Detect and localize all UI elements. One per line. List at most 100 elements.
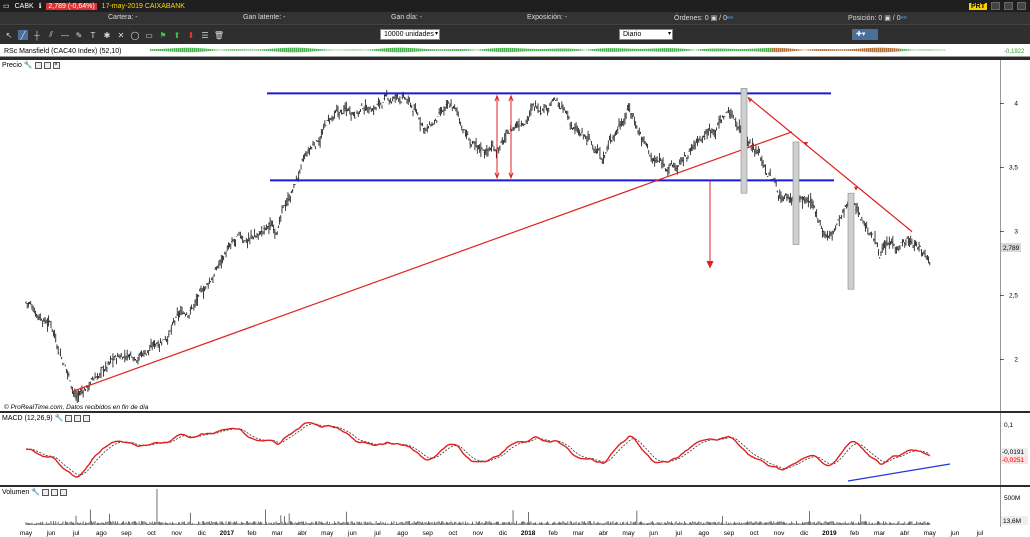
- rsc-bar: [506, 47, 508, 53]
- close-panel-icon[interactable]: [83, 414, 91, 422]
- rsc-bar: [184, 47, 186, 53]
- minimize-panel-icon[interactable]: [34, 61, 42, 69]
- up-arrow-icon[interactable]: ⬆: [172, 30, 182, 40]
- rsc-bar: [898, 48, 900, 52]
- minimize-button[interactable]: [991, 2, 1000, 10]
- down-arrow-icon[interactable]: ⬇: [186, 30, 196, 40]
- macd-value-2: -0,0251: [1002, 457, 1024, 464]
- rsc-bar: [198, 48, 200, 52]
- rsc-bar: [358, 49, 360, 51]
- rsc-bar: [552, 48, 554, 52]
- color-flag-icon[interactable]: ⚑: [158, 30, 168, 40]
- posicion-info[interactable]: Posición: 0 ▣ / 0⚯: [848, 14, 906, 22]
- rsc-bar: [586, 49, 588, 51]
- ordenes-link-icon[interactable]: ⚯: [727, 15, 733, 22]
- price-panel[interactable]: 4 3,5 3 2,5 2 2,789 © ProRealTime.com, Datos…: [0, 60, 1030, 411]
- rsc-bar: [572, 48, 574, 52]
- rsc-bar: [834, 49, 836, 51]
- rsc-bar: [378, 48, 380, 52]
- chevron-down-icon[interactable]: ▾: [435, 30, 438, 39]
- rsc-bar: [392, 47, 394, 53]
- minimize-panel-icon[interactable]: [41, 488, 49, 496]
- pointer-icon[interactable]: ↖: [4, 30, 14, 40]
- fibonacci-icon[interactable]: ✱: [102, 30, 112, 40]
- symbol-label[interactable]: CABK: [15, 3, 34, 10]
- maximize-button[interactable]: [1004, 2, 1013, 10]
- rsc-bar: [376, 48, 378, 52]
- rectangle-icon[interactable]: ▭: [144, 30, 154, 40]
- rsc-bar: [938, 49, 940, 51]
- ellipse-icon[interactable]: ◯: [130, 30, 140, 40]
- range-highlight-box[interactable]: [847, 192, 855, 290]
- maximize-panel-icon[interactable]: [43, 61, 51, 69]
- rsc-bar: [426, 48, 428, 52]
- horizontal-line-icon[interactable]: —: [60, 30, 70, 40]
- pencil-icon[interactable]: ✎: [74, 30, 84, 40]
- rsc-bar: [904, 49, 906, 51]
- rsc-bar: [616, 48, 618, 52]
- time-axis-label: sep: [422, 530, 433, 537]
- rsc-bar: [800, 49, 802, 51]
- trash-icon[interactable]: 🗑: [214, 30, 224, 40]
- close-button[interactable]: [1017, 2, 1026, 10]
- posicion-link-icon[interactable]: ⚯: [901, 15, 907, 22]
- rsc-bar: [634, 48, 636, 52]
- rsc-bar: [400, 47, 402, 53]
- minimize-panel-icon[interactable]: [65, 414, 73, 422]
- period-select[interactable]: Diario ▾: [619, 29, 673, 40]
- rsc-bar: [672, 48, 674, 52]
- layers-icon[interactable]: ☰: [200, 30, 210, 40]
- wrench-icon[interactable]: 🔧: [55, 414, 64, 422]
- rsc-bar: [224, 49, 226, 51]
- rsc-bar: [268, 48, 270, 52]
- chevron-down-icon[interactable]: ▾: [668, 30, 671, 39]
- time-axis-label: 2017: [220, 530, 235, 537]
- wrench-icon[interactable]: 🔧: [31, 488, 40, 496]
- rsc-label: RSc Mansfield (CAC40 Index) (52,10): [4, 48, 122, 55]
- rsc-bar: [546, 48, 548, 52]
- rsc-bar: [460, 49, 462, 51]
- close-panel-icon[interactable]: [59, 488, 67, 496]
- range-highlight-box[interactable]: [792, 141, 800, 245]
- units-select[interactable]: 10000 unidades ▾: [380, 29, 440, 40]
- macd-panel[interactable]: 0,1 -0,0191 -0,0251: [0, 413, 1030, 485]
- maximize-panel-icon[interactable]: [50, 488, 58, 496]
- time-axis-label: dic: [198, 530, 207, 537]
- text-tool-icon[interactable]: T: [88, 30, 98, 40]
- info-icon[interactable]: ℹ: [39, 2, 42, 10]
- rsc-bar: [530, 48, 532, 52]
- rsc-bar: [394, 47, 396, 53]
- close-panel-icon[interactable]: ×: [52, 61, 60, 69]
- range-highlight-box[interactable]: [740, 87, 748, 194]
- time-axis-label: nov: [774, 530, 785, 537]
- maximize-panel-icon[interactable]: [74, 414, 82, 422]
- rsc-bar: [418, 48, 420, 52]
- channel-tool-icon[interactable]: ⫽: [46, 30, 56, 40]
- volume-panel[interactable]: 500M 13,6M: [0, 487, 1030, 527]
- rsc-bar: [196, 47, 198, 53]
- title-bar: ▭ CABK ℹ 2,789 (-0,64%) 17-may-2019 CAIX…: [0, 0, 1030, 12]
- rsc-bar: [214, 49, 216, 51]
- add-indicator-button[interactable]: ✚▾: [852, 29, 878, 40]
- rsc-bar: [254, 49, 256, 51]
- time-axis-label: jun: [347, 530, 357, 537]
- rsc-bar: [698, 49, 700, 51]
- rsc-bar: [758, 48, 760, 52]
- ordenes-info[interactable]: Órdenes: 0 ▣ / 0⚯: [674, 14, 733, 22]
- ordenes-toggle-icon[interactable]: ▣: [711, 15, 718, 22]
- posicion-toggle-icon[interactable]: ▣: [884, 15, 891, 22]
- rsc-bar: [512, 47, 514, 53]
- vertical-line-icon[interactable]: ┼: [32, 30, 42, 40]
- line-tool-icon[interactable]: ╱: [18, 30, 28, 40]
- crossing-icon[interactable]: ✕: [116, 30, 126, 40]
- rsc-bar: [890, 48, 892, 52]
- rsc-bar: [386, 48, 388, 52]
- rsc-bar: [334, 49, 336, 51]
- rsc-bar: [860, 48, 862, 52]
- rsc-bar: [798, 49, 800, 51]
- rsc-bar: [788, 48, 790, 52]
- rsc-bar: [710, 48, 712, 52]
- wrench-icon[interactable]: 🔧: [24, 61, 33, 69]
- rsc-bar: [556, 48, 558, 52]
- rsc-bar: [274, 48, 276, 52]
